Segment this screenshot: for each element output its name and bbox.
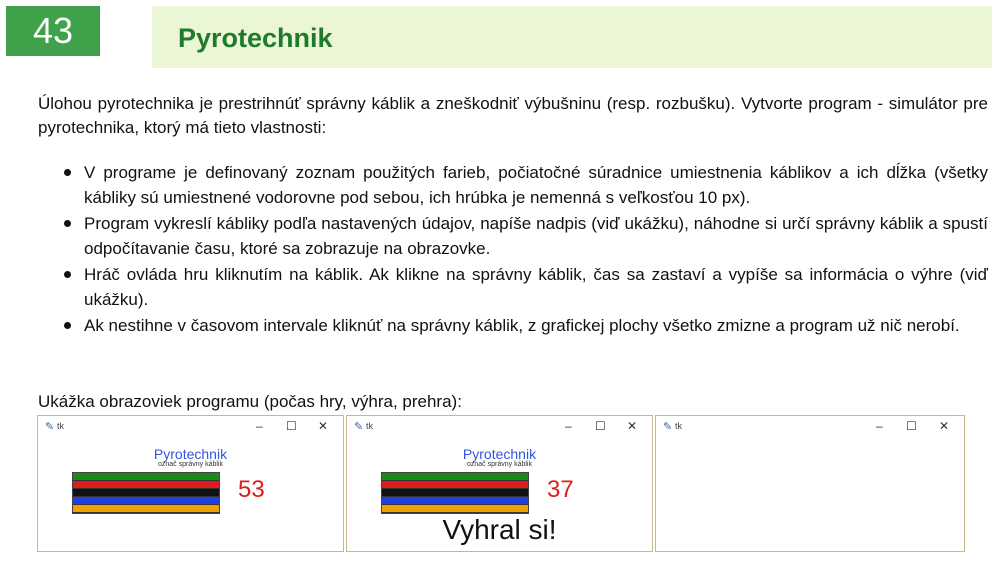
window-title: tk <box>366 421 374 431</box>
page-title: Pyrotechnik <box>178 23 333 53</box>
game-title: Pyrotechnik <box>462 446 537 462</box>
maximize-icon[interactable]: ☐ <box>906 419 917 433</box>
maximize-icon[interactable]: ☐ <box>286 419 297 433</box>
game-subtitle: označ správny káblik <box>158 461 223 468</box>
feather-icon: ✎ <box>354 421 364 433</box>
wire-orange[interactable] <box>382 505 528 513</box>
screens-caption: Ukážka obrazoviek programu (počas hry, v… <box>38 392 462 411</box>
wire-red[interactable] <box>73 481 219 489</box>
requirements-list: V programe je definovaný zoznam použitýc… <box>62 160 988 339</box>
wire-black[interactable] <box>382 489 528 497</box>
intro-paragraph: Úlohou pyrotechnika je prestrihnúť správ… <box>38 94 988 137</box>
window-title: tk <box>57 421 65 431</box>
close-icon[interactable]: ✕ <box>627 419 637 433</box>
game-title: Pyrotechnik <box>153 446 228 462</box>
wire-group <box>72 472 220 514</box>
window-during-game: ✎ tk – ☐ ✕ Pyrotechnik označ správny káb… <box>37 415 344 552</box>
window-titlebar: ✎ tk – ☐ ✕ <box>656 416 964 436</box>
game-subtitle: označ správny káblik <box>467 461 532 468</box>
maximize-icon[interactable]: ☐ <box>595 419 606 433</box>
minimize-icon[interactable]: – <box>876 419 883 433</box>
window-titlebar: ✎ tk – ☐ ✕ <box>347 416 652 436</box>
countdown-timer: 53 <box>238 476 265 503</box>
countdown-timer: 37 <box>547 476 574 503</box>
close-icon[interactable]: ✕ <box>939 419 949 433</box>
window-title: tk <box>675 421 683 431</box>
list-item: V programe je definovaný zoznam použitýc… <box>62 160 988 210</box>
window-loss: ✎ tk – ☐ ✕ <box>655 415 965 552</box>
wire-orange[interactable] <box>73 505 219 513</box>
wire-group <box>381 472 529 514</box>
task-number-badge: 43 <box>6 6 100 56</box>
task-number: 43 <box>32 10 74 51</box>
wire-green[interactable] <box>382 473 528 481</box>
wire-blue[interactable] <box>73 497 219 505</box>
wire-blue[interactable] <box>382 497 528 505</box>
feather-icon: ✎ <box>45 421 55 433</box>
minimize-icon[interactable]: – <box>565 419 572 433</box>
window-titlebar: ✎ tk – ☐ ✕ <box>38 416 343 436</box>
close-icon[interactable]: ✕ <box>318 419 328 433</box>
wire-green[interactable] <box>73 473 219 481</box>
win-message: Vyhral si! <box>442 514 557 545</box>
list-item: Hráč ovláda hru kliknutím na káblik. Ak … <box>62 262 988 312</box>
minimize-icon[interactable]: – <box>256 419 263 433</box>
title-bar: Pyrotechnik <box>152 6 992 68</box>
wire-black[interactable] <box>73 489 219 497</box>
wire-red[interactable] <box>382 481 528 489</box>
feather-icon: ✎ <box>663 421 673 433</box>
list-item: Program vykreslí kábliky podľa nastavený… <box>62 211 988 261</box>
window-win: ✎ tk – ☐ ✕ Pyrotechnik označ správny káb… <box>346 415 653 552</box>
list-item: Ak nestihne v časovom intervale kliknúť … <box>62 313 988 338</box>
